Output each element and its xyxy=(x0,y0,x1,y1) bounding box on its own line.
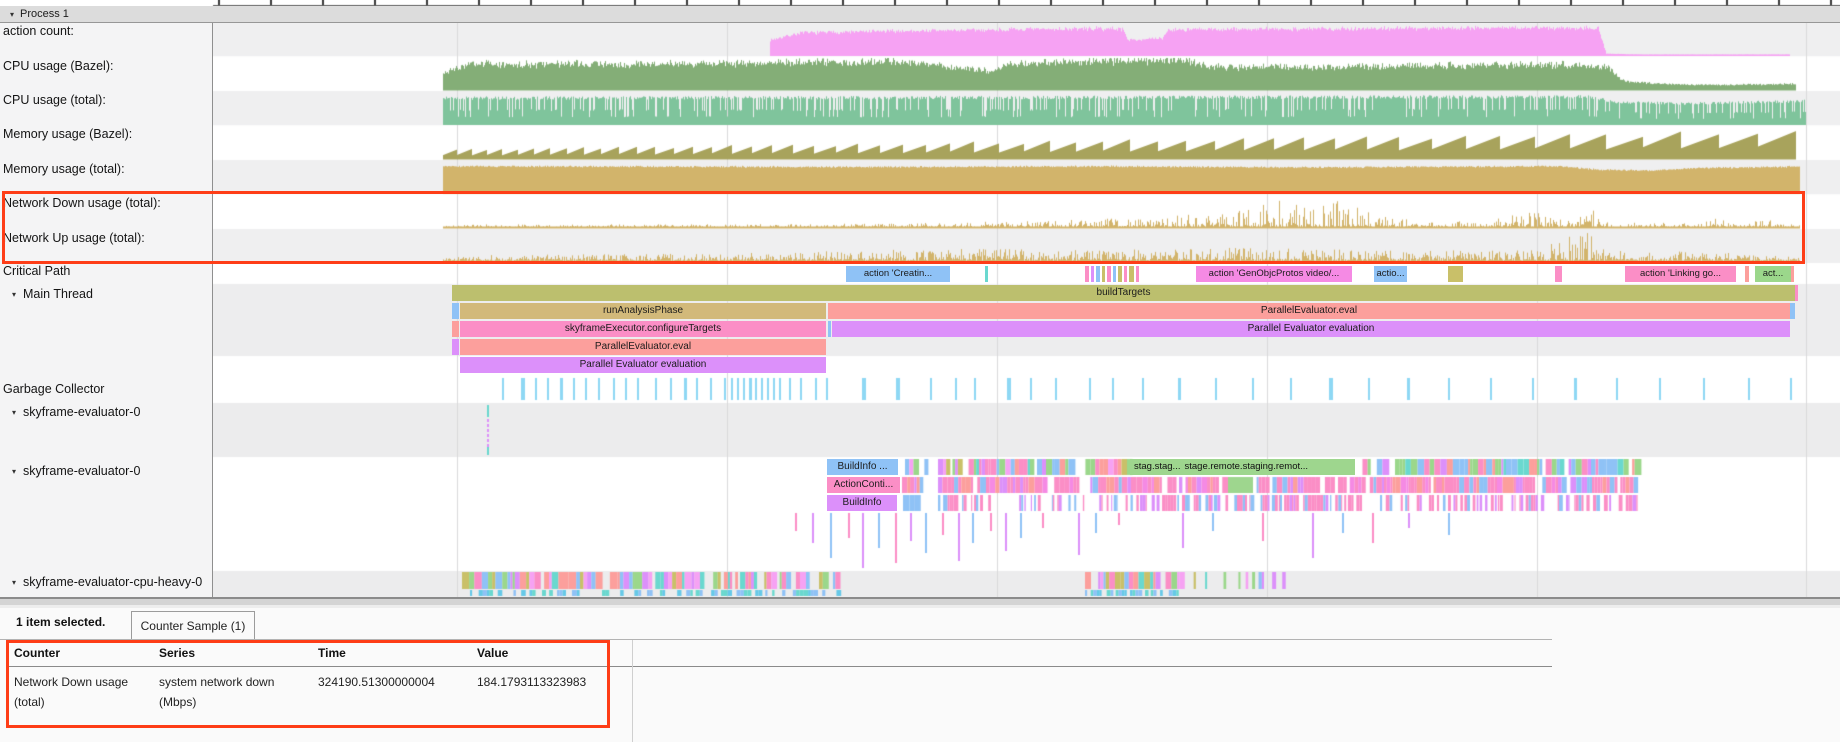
main-thread-slice[interactable] xyxy=(452,339,459,355)
critical-path-slice[interactable]: action 'Creatin... xyxy=(846,266,950,282)
table-header-series[interactable]: Series xyxy=(159,646,195,660)
selection-summary: 1 item selected. xyxy=(16,615,105,629)
critical-path-slice[interactable]: action 'Linking go... xyxy=(1625,266,1736,282)
collapse-arrow-icon[interactable]: ▾ xyxy=(12,408,16,417)
main-thread-slice[interactable] xyxy=(828,321,831,337)
collapse-arrow-icon[interactable]: ▾ xyxy=(12,290,16,299)
stage-slice-label: stag.stag... xyxy=(1134,459,1180,475)
sidebar-track-network-up-usage-total[interactable]: Network Up usage (total): xyxy=(0,231,210,245)
table-cell: system network down(Mbps) xyxy=(159,672,274,712)
critical-path-slice[interactable] xyxy=(1118,266,1122,282)
sidebar-track-action-count[interactable]: action count: xyxy=(0,24,210,38)
track-label: Memory usage (Bazel): xyxy=(3,127,132,141)
track-label: Garbage Collector xyxy=(3,382,104,396)
collapse-arrow-icon[interactable]: ▾ xyxy=(12,578,16,587)
process-header[interactable]: ▾ Process 1 xyxy=(0,6,1840,23)
track-label: Memory usage (total): xyxy=(3,162,125,176)
critical-path-slice[interactable]: actio... xyxy=(1374,266,1407,282)
critical-path-slice[interactable] xyxy=(1085,266,1089,282)
sidebar-track-memory-usage-bazel[interactable]: Memory usage (Bazel): xyxy=(0,127,210,141)
sidebar-track-cpu-usage-bazel[interactable]: CPU usage (Bazel): xyxy=(0,59,210,73)
track-label: skyframe-evaluator-cpu-heavy-0 xyxy=(23,575,202,589)
critical-path-slice[interactable] xyxy=(1555,266,1562,282)
track-label: CPU usage (total): xyxy=(3,93,106,107)
track-label: CPU usage (Bazel): xyxy=(3,59,113,73)
main-thread-slice[interactable]: buildTargets xyxy=(452,285,1795,301)
main-thread-slice[interactable]: runAnalysisPhase xyxy=(460,303,826,319)
tab-counter-sample[interactable]: Counter Sample (1) xyxy=(131,611,255,639)
critical-path-slice[interactable] xyxy=(1745,266,1749,282)
track-label: skyframe-evaluator-0 xyxy=(23,405,140,419)
process-label: Process 1 xyxy=(20,8,69,20)
critical-path-slice[interactable] xyxy=(1129,266,1134,282)
table-header-counter[interactable]: Counter xyxy=(14,646,60,660)
critical-path-slice[interactable] xyxy=(1102,266,1105,282)
table-cell: Network Down usage(total) xyxy=(14,672,128,712)
critical-path-slice[interactable] xyxy=(1124,266,1127,282)
sidebar-track-garbage-collector[interactable]: Garbage Collector xyxy=(0,382,210,396)
skyframe-slice[interactable]: BuildInfo ... xyxy=(827,459,898,475)
main-thread-slice[interactable]: skyframeExecutor.configureTargets xyxy=(460,321,826,337)
sidebar-track-skyframe-evaluator-0[interactable]: ▾ skyframe-evaluator-0 xyxy=(0,405,210,419)
skyframe-slice[interactable]: BuildInfo xyxy=(827,495,897,511)
counter-sample-table: Counter Series Time Value Network Down usag… xyxy=(0,639,1840,739)
table-header-underline xyxy=(6,666,1552,667)
table-cell: 184.1793113323983 xyxy=(477,672,586,692)
main-thread-slice[interactable] xyxy=(1795,285,1798,301)
selection-panel: 1 item selected. Counter Sample (1) Coun… xyxy=(0,597,1840,742)
critical-path-slice[interactable] xyxy=(985,266,988,282)
critical-path-slice[interactable] xyxy=(1791,266,1794,282)
critical-path-slice[interactable] xyxy=(1107,266,1111,282)
collapse-arrow-icon[interactable]: ▾ xyxy=(10,10,14,19)
table-header-time[interactable]: Time xyxy=(318,646,346,660)
table-right-edge xyxy=(632,640,633,742)
trace-viewer: ▾ Process 1 action count: CPU usage (Baze… xyxy=(0,0,1840,742)
critical-path-slice[interactable]: action 'GenObjcProtos video/... xyxy=(1196,266,1352,282)
main-thread-slice[interactable] xyxy=(452,303,459,319)
track-label: Critical Path xyxy=(3,264,70,278)
panel-divider[interactable] xyxy=(0,597,1840,608)
track-label: Main Thread xyxy=(23,287,93,301)
track-label: Network Down usage (total): xyxy=(3,196,161,210)
sidebar-track-memory-usage-total[interactable]: Memory usage (total): xyxy=(0,162,210,176)
sidebar-track-network-down-usage-total[interactable]: Network Down usage (total): xyxy=(0,196,210,210)
collapse-arrow-icon[interactable]: ▾ xyxy=(12,467,16,476)
main-thread-slice[interactable] xyxy=(452,321,459,337)
critical-path-slice[interactable] xyxy=(1136,266,1139,282)
main-thread-slice[interactable]: Parallel Evaluator evaluation xyxy=(460,357,826,373)
skyframe-stage-slice[interactable]: stag.stag...stage.remote.staging.remot..… xyxy=(1130,459,1355,475)
track-sidebar: action count: CPU usage (Bazel): CPU usage… xyxy=(0,23,213,597)
sidebar-track-critical-path[interactable]: Critical Path xyxy=(0,264,210,278)
stage-slice-label: stage.remote.staging.remot... xyxy=(1184,459,1308,475)
critical-path-slice[interactable] xyxy=(1113,266,1116,282)
sidebar-track-cpu-usage-total[interactable]: CPU usage (total): xyxy=(0,93,210,107)
critical-path-slice[interactable]: act... xyxy=(1755,266,1791,282)
sidebar-track-skyframe-evaluator-cpu-heavy-0[interactable]: ▾ skyframe-evaluator-cpu-heavy-0 xyxy=(0,575,210,589)
track-label: Network Up usage (total): xyxy=(3,231,145,245)
main-thread-slice[interactable]: Parallel Evaluator evaluation xyxy=(832,321,1790,337)
critical-path-slice[interactable] xyxy=(1448,266,1463,282)
table-cell: 324190.51300000004 xyxy=(318,672,435,692)
skyframe-slice[interactable]: ActionConti... xyxy=(827,477,900,493)
main-thread-slice[interactable]: ParallelEvaluator.eval xyxy=(828,303,1790,319)
sidebar-track-main-thread[interactable]: ▾ Main Thread xyxy=(0,287,210,301)
table-header-value[interactable]: Value xyxy=(477,646,508,660)
track-label: skyframe-evaluator-0 xyxy=(23,464,140,478)
critical-path-slice[interactable] xyxy=(1096,266,1100,282)
main-thread-slice[interactable]: ParallelEvaluator.eval xyxy=(460,339,826,355)
critical-path-slice[interactable] xyxy=(1091,266,1094,282)
sidebar-track-skyframe-evaluator-0[interactable]: ▾ skyframe-evaluator-0 xyxy=(0,464,210,478)
track-label: action count: xyxy=(3,24,74,38)
main-thread-slice[interactable] xyxy=(1790,303,1795,319)
